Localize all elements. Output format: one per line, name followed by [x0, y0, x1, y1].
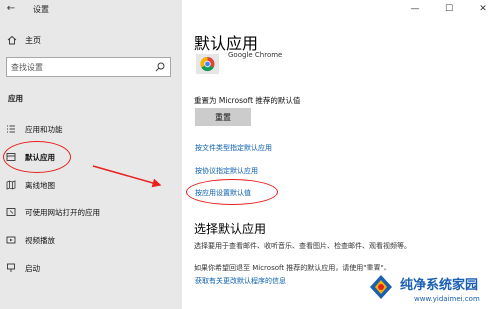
link-by-file-type[interactable]: 按文件类型指定默认应用	[195, 143, 272, 153]
chrome-icon	[196, 54, 219, 74]
close-icon[interactable]: ✕	[466, 0, 500, 18]
sidebar-item-label: 可使用网站打开的应用	[25, 208, 100, 217]
main-panel: — ☐ ✕ 默认应用 Google Chrome 重置为 Microsoft 推…	[182, 0, 500, 309]
reset-info: 如果你希望回退至 Microsoft 推荐的默认应用，请使用"重置"。	[194, 264, 391, 272]
maximize-icon[interactable]: ☐	[432, 0, 466, 18]
settings-window: ← 设置 主页 应用 应用和	[0, 0, 500, 309]
link-by-protocol[interactable]: 按协议指定默认应用	[195, 166, 258, 176]
window-controls: — ☐ ✕	[398, 0, 500, 18]
map-icon	[6, 180, 16, 190]
sidebar-item-offline-maps[interactable]: 离线地图	[0, 176, 182, 194]
browser-name: Google Chrome	[228, 51, 283, 59]
sidebar-item-startup[interactable]: 启动	[0, 259, 182, 277]
sidebar: ← 设置 主页 应用 应用和	[0, 0, 182, 309]
sidebar-item-apps-for-websites[interactable]: 可使用网站打开的应用	[0, 203, 182, 221]
title-bar: ← 设置	[0, 0, 182, 18]
section-label: 应用	[8, 94, 23, 103]
watermark-logo-icon	[370, 275, 392, 299]
annotation-circle	[3, 141, 71, 173]
sidebar-item-video-playback[interactable]: 视频播放	[0, 231, 182, 249]
sidebar-item-label: 离线地图	[25, 181, 55, 190]
annotation-circle	[186, 179, 278, 205]
sidebar-item-label: 视频播放	[25, 236, 55, 245]
reset-description: 重置为 Microsoft 推荐的默认值	[194, 96, 301, 105]
sidebar-item-label: 应用和功能	[25, 125, 63, 134]
search-input[interactable]	[11, 61, 151, 73]
recommend-link[interactable]: 获取有关更改默认程序的信息	[195, 276, 286, 286]
reset-button[interactable]: 重置	[195, 108, 251, 126]
window-title: 设置	[33, 5, 49, 14]
search-icon[interactable]	[155, 62, 165, 72]
sidebar-item-apps-features[interactable]: 应用和功能	[0, 120, 182, 138]
choose-description: 选择要用于查看邮件、收听音乐、查看图片、检查邮件、观看视频等。	[194, 242, 411, 250]
watermark-title: 纯净系统家园	[400, 278, 479, 293]
startup-icon	[7, 263, 15, 272]
home-icon	[7, 35, 17, 45]
back-arrow-icon[interactable]: ←	[4, 2, 18, 16]
home-nav-item[interactable]: 主页	[0, 33, 182, 49]
website-icon	[6, 208, 16, 216]
browser-default-app[interactable]: Google Chrome	[194, 51, 394, 77]
choose-section-title: 选择默认应用	[194, 222, 267, 236]
watermark-url: www.yidaimei.com	[414, 295, 480, 303]
home-label: 主页	[25, 36, 41, 45]
search-box[interactable]	[6, 57, 171, 77]
list-icon	[7, 125, 15, 133]
video-icon	[6, 236, 16, 244]
minimize-icon[interactable]: —	[398, 0, 432, 18]
sidebar-item-label: 启动	[25, 264, 40, 273]
watermark: 纯净系统家园 www.yidaimei.com	[364, 270, 500, 309]
